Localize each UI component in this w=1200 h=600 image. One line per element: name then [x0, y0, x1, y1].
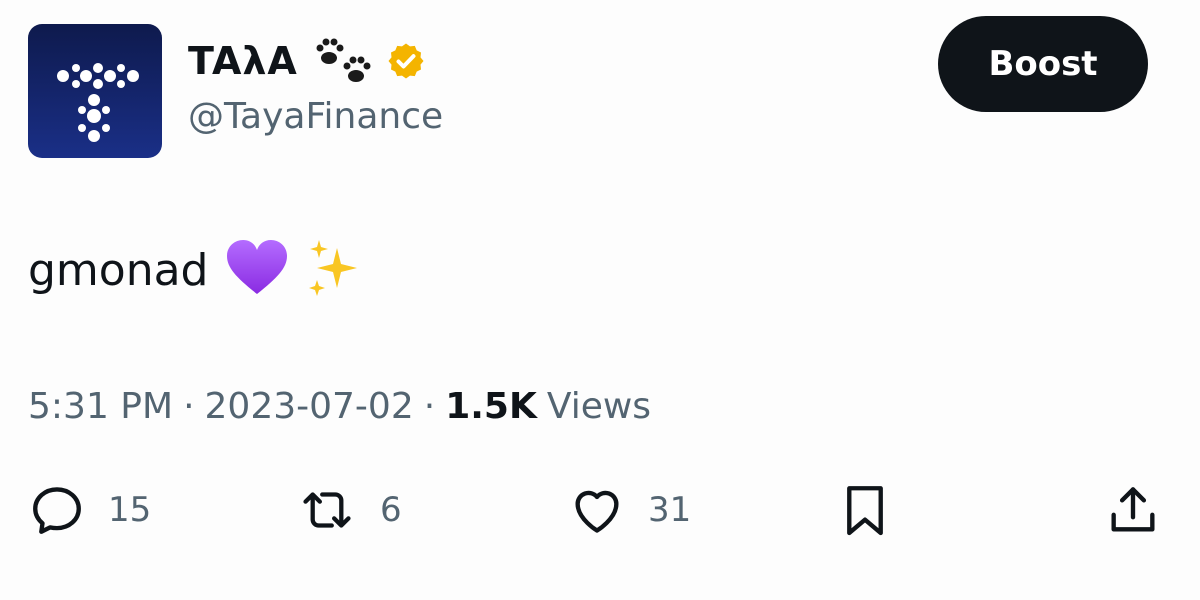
reply-button[interactable]: 15 [28, 480, 151, 540]
bookmark-button[interactable] [836, 480, 894, 540]
views-label[interactable]: Views [547, 386, 651, 427]
views-count[interactable]: 1.5K [445, 386, 537, 427]
like-button[interactable]: 31 [568, 480, 691, 540]
avatar[interactable] [28, 24, 162, 158]
meta-separator: · [183, 386, 195, 427]
share-icon [1104, 481, 1162, 539]
tweet-text: gmonad [28, 238, 363, 302]
taya-logo-icon [57, 63, 139, 142]
meta-separator: · [423, 386, 436, 427]
verified-gold-badge-icon[interactable] [386, 41, 426, 81]
author-name-row: TAλA [188, 36, 426, 86]
retweet-button[interactable]: 6 [296, 480, 402, 540]
tweet-date[interactable]: 2023-07-02 [205, 386, 414, 427]
author-display-name[interactable]: TAλA [188, 39, 298, 83]
author-handle[interactable]: @TayaFinance [188, 96, 443, 137]
reply-icon [28, 481, 86, 539]
like-heart-icon [568, 481, 626, 539]
share-button[interactable] [1104, 480, 1162, 540]
paw-prints-icon [314, 36, 372, 86]
retweet-icon [296, 481, 358, 539]
bookmark-icon [836, 481, 894, 539]
reply-count: 15 [108, 490, 152, 530]
sparkles-icon [305, 238, 363, 302]
boost-button[interactable]: Boost [938, 16, 1148, 112]
like-count: 31 [648, 490, 692, 530]
tweet-card: TAλA @TayaFinance Boost gmonad 5:31 PM ·… [0, 0, 1200, 600]
retweet-count: 6 [380, 490, 402, 530]
tweet-meta: 5:31 PM · 2023-07-02 · 1.5K Views [28, 386, 651, 427]
tweet-body-text: gmonad [28, 244, 209, 296]
tweet-time[interactable]: 5:31 PM [28, 386, 173, 427]
purple-heart-icon [225, 238, 289, 302]
